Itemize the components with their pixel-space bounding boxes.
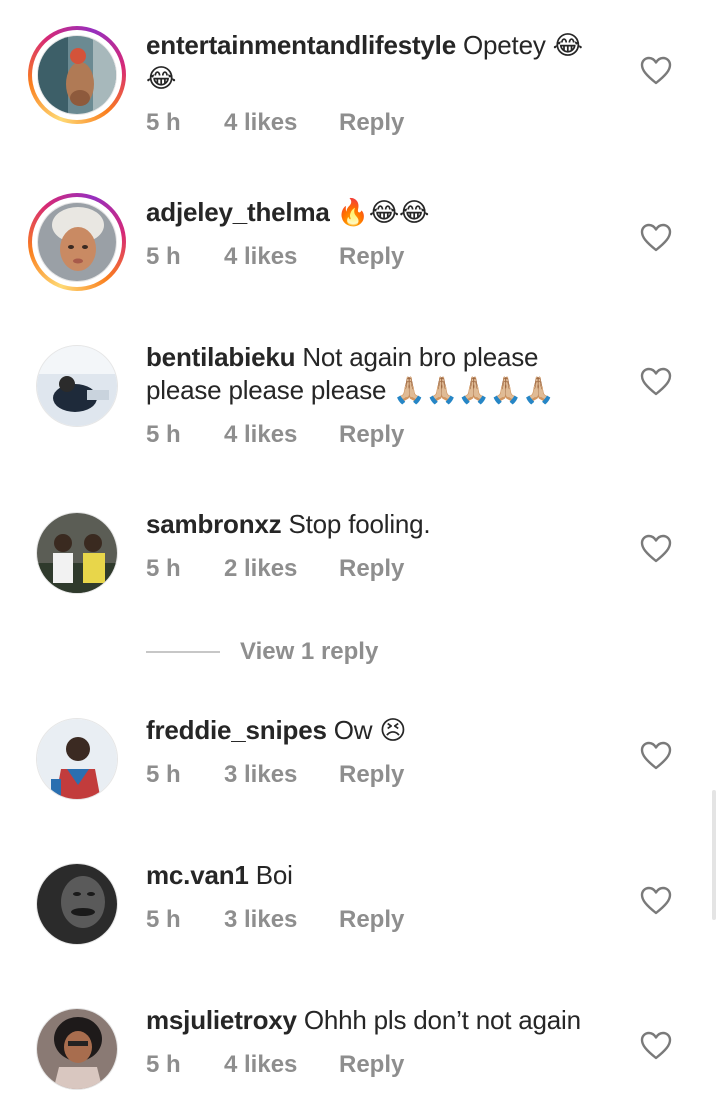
reply-button[interactable]: Reply: [339, 109, 404, 137]
comment-username[interactable]: adjeley_thelma: [146, 197, 330, 227]
comment-text: Ow 😣: [333, 715, 407, 745]
avatar-wrap[interactable]: [28, 504, 126, 602]
heart-outline-icon[interactable]: [640, 367, 672, 397]
comment-text: Boi: [255, 860, 293, 890]
view-replies-button[interactable]: View 1 reply: [146, 638, 378, 666]
comment-text: 🔥😂😂: [336, 197, 430, 227]
comment-username[interactable]: freddie_snipes: [146, 715, 327, 745]
comment-username[interactable]: mc.van1: [146, 860, 249, 890]
comment-likes[interactable]: 3 likes: [224, 761, 339, 789]
comment-likes[interactable]: 4 likes: [224, 421, 339, 449]
avatar[interactable]: [37, 202, 117, 282]
heart-outline-icon[interactable]: [640, 741, 672, 771]
story-ring[interactable]: [28, 193, 126, 291]
heart-outline-icon[interactable]: [640, 56, 672, 86]
comment-time: 5 h: [146, 421, 181, 448]
reply-button[interactable]: Reply: [339, 243, 404, 271]
comment-likes[interactable]: 4 likes: [224, 1051, 339, 1079]
avatar-wrap[interactable]: [28, 1000, 126, 1098]
view-replies-label: View 1 reply: [240, 638, 379, 665]
comment-username[interactable]: entertainmentandlifestyle: [146, 30, 456, 60]
avatar-wrap[interactable]: [28, 337, 126, 435]
comment-username[interactable]: bentilabieku: [146, 342, 295, 372]
comment-likes[interactable]: 4 likes: [224, 109, 339, 137]
heart-outline-icon[interactable]: [640, 886, 672, 916]
avatar[interactable]: [36, 512, 118, 594]
comment-time: 5 h: [146, 1051, 181, 1078]
replies-divider: [146, 651, 220, 653]
story-ring[interactable]: [28, 26, 126, 124]
heart-outline-icon[interactable]: [640, 534, 672, 564]
comment-time: 5 h: [146, 906, 181, 933]
comment-username[interactable]: msjulietroxy: [146, 1005, 297, 1035]
avatar[interactable]: [36, 1008, 118, 1090]
scrollbar[interactable]: [712, 790, 716, 920]
comment-time: 5 h: [146, 555, 181, 582]
comment-time: 5 h: [146, 761, 181, 788]
avatar[interactable]: [37, 35, 117, 115]
avatar-wrap[interactable]: [28, 855, 126, 953]
comment-likes[interactable]: 4 likes: [224, 243, 339, 271]
comment-username[interactable]: sambronxz: [146, 509, 282, 539]
comment-text: Ohhh pls don’t not again: [303, 1005, 581, 1035]
reply-button[interactable]: Reply: [339, 761, 404, 789]
reply-button[interactable]: Reply: [339, 421, 404, 449]
comment-likes[interactable]: 3 likes: [224, 906, 339, 934]
comment-likes[interactable]: 2 likes: [224, 555, 339, 583]
comment-time: 5 h: [146, 243, 181, 270]
avatar[interactable]: [36, 863, 118, 945]
reply-button[interactable]: Reply: [339, 1051, 404, 1079]
heart-outline-icon[interactable]: [640, 223, 672, 253]
heart-outline-icon[interactable]: [640, 1031, 672, 1061]
avatar-wrap[interactable]: [28, 710, 126, 808]
comment-time: 5 h: [146, 109, 181, 136]
reply-button[interactable]: Reply: [339, 906, 404, 934]
reply-button[interactable]: Reply: [339, 555, 404, 583]
avatar[interactable]: [36, 718, 118, 800]
avatar[interactable]: [36, 345, 118, 427]
comment-text: Stop fooling.: [288, 509, 431, 539]
